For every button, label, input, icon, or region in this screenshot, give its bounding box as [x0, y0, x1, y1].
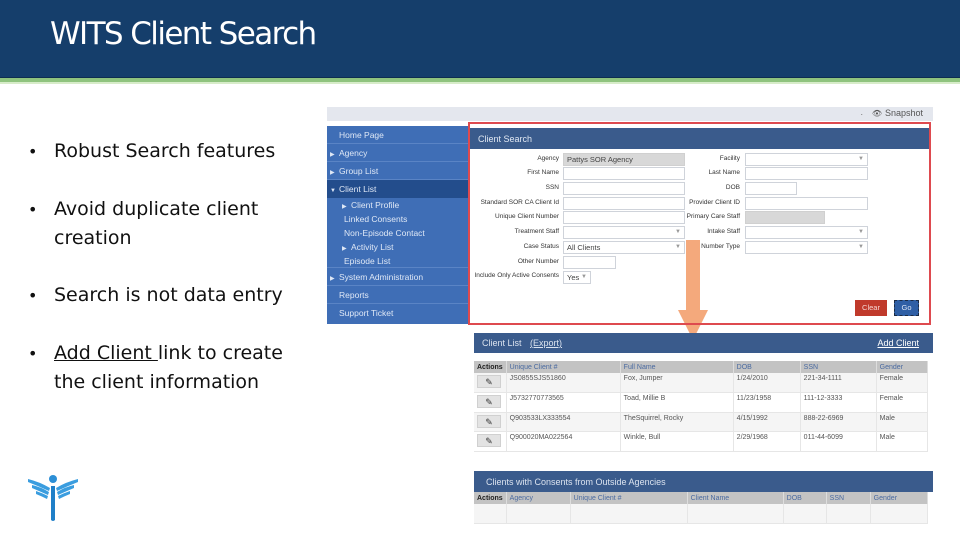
- unique-client-number-label: Unique Client Number: [495, 213, 559, 220]
- provider-client-id-input[interactable]: [745, 197, 868, 210]
- client-list-header: Client List (Export) Add Client: [474, 333, 933, 353]
- sidebar-item-client-list[interactable]: ▼ Client List: [327, 180, 468, 198]
- eye-icon: 👁: [871, 109, 882, 118]
- chevron-down-icon: ▼: [858, 229, 864, 235]
- sidebar-item-episode-list[interactable]: Episode List: [327, 254, 468, 268]
- agency-label: Agency: [537, 155, 559, 162]
- sidebar-item-non-episode-contact[interactable]: Non-Episode Contact: [327, 226, 468, 240]
- slide-header: WITS Client Search: [0, 0, 960, 78]
- agency-field[interactable]: Pattys SOR Agency: [563, 153, 685, 166]
- column-header[interactable]: SSN: [826, 492, 871, 504]
- column-header: Actions: [474, 492, 507, 504]
- column-header: Actions: [474, 361, 507, 373]
- bullet-item: • Add Client link to create the client i…: [28, 342, 283, 393]
- intake-staff-select[interactable]: ▼: [745, 226, 868, 239]
- clear-button[interactable]: Clear: [855, 300, 887, 316]
- ssn-label: SSN: [545, 184, 559, 191]
- export-link[interactable]: (Export): [530, 338, 562, 348]
- case-status-label: Case Status: [523, 243, 559, 250]
- column-header[interactable]: Client Name: [687, 492, 784, 504]
- active-consents-select[interactable]: Yes ▼: [563, 271, 591, 284]
- provider-client-id-label: Provider Client ID: [689, 199, 740, 206]
- sidebar-item-group-list[interactable]: ▶ Group List: [327, 162, 468, 180]
- active-consents-label: Include Only Active Consents: [474, 272, 559, 279]
- sidebar-item-agency[interactable]: ▶ Agency: [327, 144, 468, 162]
- first-name-label: First Name: [527, 169, 559, 176]
- unique-client-number-input[interactable]: [563, 211, 685, 224]
- column-header[interactable]: SSN: [800, 361, 877, 373]
- header-accent-stripe: [0, 78, 960, 84]
- standard-client-id-input[interactable]: [563, 197, 685, 210]
- sidebar-item-client-profile[interactable]: ▶ Client Profile: [327, 198, 468, 212]
- number-type-select[interactable]: ▼: [745, 241, 868, 254]
- chevron-down-icon: ▼: [858, 244, 864, 250]
- sidebar-item-system-administration[interactable]: ▶ System Administration: [327, 268, 468, 286]
- edit-pencil-icon[interactable]: ✎: [477, 434, 501, 447]
- column-header[interactable]: Gender: [876, 361, 929, 373]
- primary-care-staff-field[interactable]: [745, 211, 825, 224]
- facility-select[interactable]: ▼: [745, 153, 868, 166]
- sidebar-item-activity-list[interactable]: ▶ Activity List: [327, 240, 468, 254]
- table-row: ✎ J5732770773565 Toad, Millie B 11/23/19…: [474, 392, 929, 413]
- table-row: ✎ Q903533LX333554 TheSquirrel, Rocky 4/1…: [474, 412, 929, 432]
- last-name-input[interactable]: [745, 167, 868, 180]
- dob-input[interactable]: [745, 182, 797, 195]
- arrow-down-icon: [678, 240, 708, 340]
- chevron-down-icon: ▼: [581, 274, 587, 280]
- intake-staff-label: Intake Staff: [707, 228, 740, 235]
- column-header[interactable]: Unique Client #: [570, 492, 688, 504]
- bullet-item: • Avoid duplicate client creation: [28, 198, 259, 249]
- sidebar-item-support-ticket[interactable]: Support Ticket: [327, 304, 468, 322]
- app-topbar: . 👁 Snapshot: [327, 107, 933, 121]
- add-client-link-text: Add Client: [54, 342, 158, 364]
- sidebar-item-linked-consents[interactable]: Linked Consents: [327, 212, 468, 226]
- go-button[interactable]: Go: [894, 300, 919, 316]
- bullet-item: • Search is not data entry: [28, 284, 283, 306]
- column-header[interactable]: DOB: [733, 361, 801, 373]
- primary-care-staff-label: Primary Care Staff: [686, 213, 740, 220]
- standard-client-id-label: Standard SOR CA Client Id: [480, 199, 559, 206]
- table-row: ✎ Q900020MA022564 Winkle, Bull 2/29/1968…: [474, 431, 929, 452]
- first-name-input[interactable]: [563, 167, 685, 180]
- consents-table: Actions Agency Unique Client # Client Na…: [474, 492, 929, 524]
- edit-pencil-icon[interactable]: ✎: [477, 395, 501, 408]
- sidebar-item-reports[interactable]: Reports: [327, 286, 468, 304]
- last-name-label: Last Name: [708, 169, 740, 176]
- caret-down-icon: ▼: [330, 188, 336, 194]
- treatment-staff-label: Treatment Staff: [514, 228, 559, 235]
- table-row: ✎ JS0855SJS51860 Fox, Jumper 1/24/2010 2…: [474, 373, 929, 393]
- table-row: [474, 504, 929, 524]
- client-search-header: Client Search: [470, 128, 929, 149]
- slide-title: WITS Client Search: [50, 16, 317, 52]
- dob-label: DOB: [725, 184, 740, 191]
- consents-header: Clients with Consents from Outside Agenc…: [474, 471, 933, 492]
- column-header[interactable]: DOB: [783, 492, 827, 504]
- column-header[interactable]: Gender: [870, 492, 929, 504]
- chevron-down-icon: ▼: [858, 156, 864, 162]
- snapshot-button[interactable]: 👁 Snapshot: [872, 108, 923, 118]
- other-number-label: Other Number: [517, 258, 559, 265]
- edit-pencil-icon[interactable]: ✎: [477, 375, 501, 388]
- facility-label: Facility: [719, 155, 740, 162]
- edit-pencil-icon[interactable]: ✎: [477, 414, 501, 428]
- treatment-staff-select[interactable]: ▼: [563, 226, 685, 239]
- logo-icon: [28, 475, 78, 521]
- column-header[interactable]: Agency: [506, 492, 571, 504]
- ssn-input[interactable]: [563, 182, 685, 195]
- bullet-item: • Robust Search features: [28, 140, 276, 162]
- add-client-link[interactable]: Add Client: [877, 338, 919, 348]
- case-status-select[interactable]: All Clients ▼: [563, 241, 685, 254]
- column-header[interactable]: Full Name: [620, 361, 734, 373]
- chevron-down-icon: ▼: [675, 229, 681, 235]
- app-sidebar: Home Page ▶ Agency ▶ Group List ▼ Client Li…: [327, 126, 468, 324]
- client-list-table: Actions Unique Client # Full Name DOB SS…: [474, 361, 929, 452]
- column-header[interactable]: Unique Client #: [506, 361, 621, 373]
- sidebar-item-home-page[interactable]: Home Page: [327, 126, 468, 144]
- other-number-input[interactable]: [563, 256, 616, 269]
